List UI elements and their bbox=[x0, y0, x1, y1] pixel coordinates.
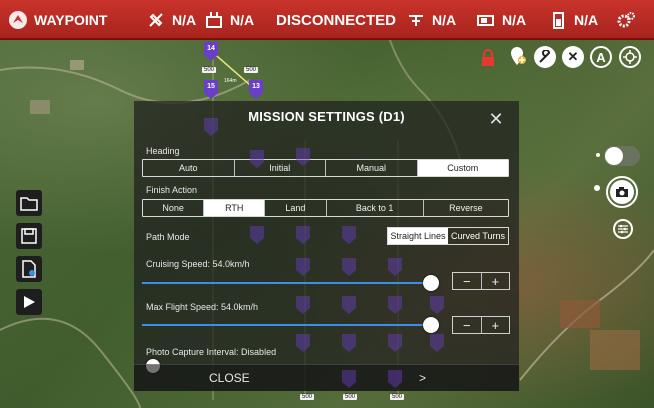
path-mode-label: Path Mode bbox=[146, 232, 190, 242]
path-option-straight[interactable]: Straight Lines bbox=[388, 228, 448, 244]
cruising-speed-plus-button[interactable]: + bbox=[482, 273, 510, 289]
rc-battery-value: N/A bbox=[502, 12, 527, 28]
battery-icon bbox=[553, 12, 564, 29]
rc-value: N/A bbox=[230, 12, 255, 28]
cruising-speed-thumb[interactable] bbox=[423, 275, 439, 291]
app-mode[interactable]: WAYPOINT bbox=[8, 0, 107, 40]
waypoint-altitude: 500 bbox=[244, 67, 259, 73]
play-icon bbox=[24, 296, 35, 308]
folder-icon bbox=[20, 197, 38, 211]
cruising-speed-label: Cruising Speed: 54.0km/h bbox=[146, 259, 250, 269]
auto-letter: A bbox=[596, 49, 606, 65]
drone-icon bbox=[9, 11, 27, 29]
camera-icon bbox=[616, 187, 628, 197]
max-speed-thumb[interactable] bbox=[423, 317, 439, 333]
status-bar: WAYPOINT N/A N/A DISCONNECTED N/A N/A N/… bbox=[0, 0, 654, 40]
target-icon[interactable] bbox=[619, 46, 641, 68]
finish-option-none[interactable]: None bbox=[143, 200, 205, 216]
satellite-icon bbox=[149, 13, 163, 27]
mission-settings-button[interactable] bbox=[16, 256, 42, 282]
add-waypoint-icon[interactable] bbox=[506, 45, 528, 67]
waypoint-altitude: 500 bbox=[343, 394, 358, 400]
app-mode-label: WAYPOINT bbox=[34, 12, 108, 28]
cruising-speed-stepper: − + bbox=[452, 272, 510, 290]
max-speed-minus-button[interactable]: − bbox=[453, 317, 482, 333]
waypoint-altitude: 500 bbox=[390, 394, 405, 400]
save-mission-button[interactable] bbox=[16, 223, 42, 249]
rc-battery-icon bbox=[477, 15, 494, 26]
photo-video-toggle[interactable] bbox=[594, 143, 644, 173]
photo-interval-label: Photo Capture Interval: Disabled bbox=[146, 347, 277, 357]
cruising-speed-minus-button[interactable]: − bbox=[453, 273, 482, 289]
connection-status-text: DISCONNECTED bbox=[276, 11, 397, 29]
dialog-title: MISSION SETTINGS (D1) bbox=[248, 109, 405, 124]
rc-signal-status: N/A bbox=[204, 0, 254, 40]
path-option-curved[interactable]: Curved Turns bbox=[448, 228, 508, 244]
drone-battery-icon bbox=[409, 15, 423, 26]
start-mission-button[interactable] bbox=[16, 289, 42, 315]
segment-distance: 164m bbox=[224, 78, 237, 84]
remote-controller-icon bbox=[206, 12, 222, 28]
finish-option-land[interactable]: Land bbox=[265, 200, 327, 216]
mission-settings-dialog: MISSION SETTINGS (D1) ✕ Heading Auto Ini… bbox=[134, 101, 519, 391]
max-speed-track[interactable] bbox=[142, 324, 433, 326]
heading-option-auto[interactable]: Auto bbox=[143, 160, 235, 176]
open-mission-button[interactable] bbox=[16, 190, 42, 216]
drone-battery-status: N/A bbox=[406, 0, 456, 40]
finish-option-reverse[interactable]: Reverse bbox=[424, 200, 508, 216]
finish-option-rth[interactable]: RTH bbox=[204, 200, 266, 216]
waypoint-marker[interactable]: 15 bbox=[203, 80, 219, 99]
dialog-footer: CLOSE > bbox=[134, 364, 519, 391]
path-mode-selector: Straight Lines Curved Turns bbox=[387, 227, 509, 245]
drone-battery-value: N/A bbox=[432, 12, 457, 28]
shutter-button[interactable] bbox=[606, 176, 638, 208]
camera-settings-button[interactable] bbox=[613, 219, 633, 239]
lock-icon[interactable] bbox=[477, 47, 499, 69]
gps-value: N/A bbox=[172, 12, 197, 28]
waypoint-marker[interactable]: 14 bbox=[203, 42, 219, 61]
save-icon bbox=[21, 228, 37, 244]
heading-selector: Auto Initial Manual Custom bbox=[142, 159, 509, 177]
finish-action-label: Finish Action bbox=[146, 185, 198, 195]
next-button[interactable]: > bbox=[419, 371, 426, 385]
file-settings-icon bbox=[22, 260, 36, 278]
waypoint-altitude: 500 bbox=[202, 67, 217, 73]
auto-icon[interactable]: A bbox=[590, 46, 612, 68]
phone-battery-status: N/A bbox=[548, 0, 598, 40]
finish-action-selector: None RTH Land Back to 1 Reverse bbox=[142, 199, 509, 217]
waypoint-marker[interactable]: 13 bbox=[248, 80, 264, 99]
waypoint-altitude: 500 bbox=[300, 394, 315, 400]
heading-option-manual[interactable]: Manual bbox=[326, 160, 418, 176]
heading-label: Heading bbox=[146, 146, 180, 156]
rc-battery-status: N/A bbox=[476, 0, 526, 40]
heading-option-custom[interactable]: Custom bbox=[417, 160, 508, 176]
wrench-icon[interactable] bbox=[534, 46, 556, 68]
gps-status: N/A bbox=[146, 0, 196, 40]
settings-button[interactable] bbox=[616, 0, 636, 40]
finish-option-back-to-1[interactable]: Back to 1 bbox=[327, 200, 424, 216]
close-button[interactable]: CLOSE bbox=[209, 371, 250, 385]
max-speed-plus-button[interactable]: + bbox=[482, 317, 510, 333]
cruising-speed-track[interactable] bbox=[142, 282, 433, 284]
close-icon[interactable]: ✕ bbox=[488, 110, 504, 128]
connection-status: DISCONNECTED bbox=[276, 0, 396, 40]
max-speed-stepper: − + bbox=[452, 316, 510, 334]
clear-icon[interactable]: ✕ bbox=[562, 46, 584, 68]
heading-option-initial[interactable]: Initial bbox=[235, 160, 326, 176]
sliders-icon bbox=[618, 224, 628, 234]
mode-indicator bbox=[594, 185, 600, 191]
max-speed-label: Max Flight Speed: 54.0km/h bbox=[146, 302, 259, 312]
gears-icon bbox=[617, 12, 635, 28]
phone-battery-value: N/A bbox=[574, 12, 599, 28]
